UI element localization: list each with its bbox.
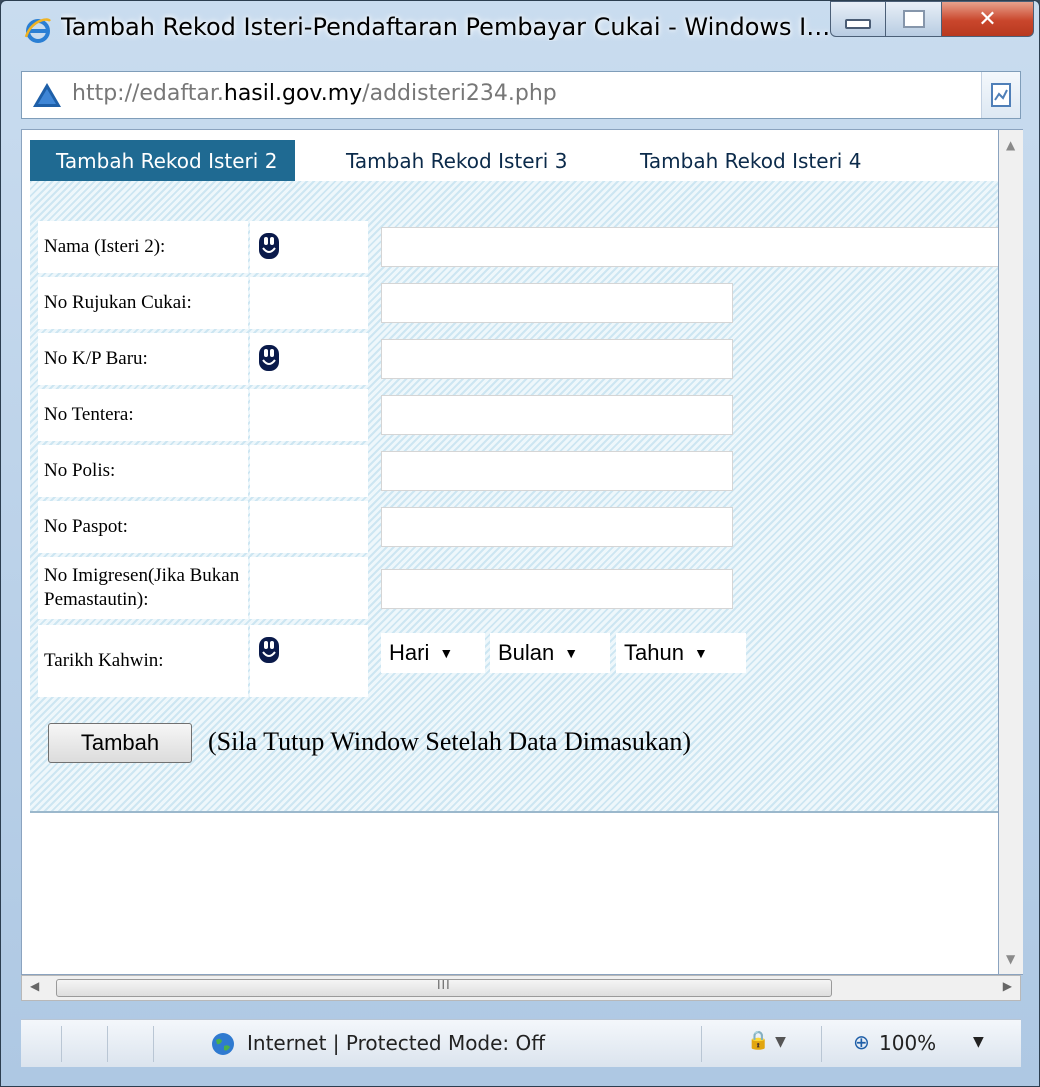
status-divider <box>107 1026 108 1062</box>
status-divider <box>61 1026 62 1062</box>
field-label: Tarikh Kahwin: <box>38 625 248 697</box>
required-cell <box>250 625 368 697</box>
tambah-button[interactable]: Tambah <box>48 723 192 763</box>
kp-baru-input[interactable] <box>381 339 733 379</box>
required-cell <box>250 501 368 553</box>
status-divider <box>821 1026 822 1062</box>
globe-icon <box>212 1033 234 1055</box>
close-icon: ✕ <box>978 6 997 32</box>
chevron-down-icon: ▼ <box>775 1034 786 1050</box>
chevron-down-icon: ▼ <box>693 645 708 661</box>
field-label: No Rujukan Cukai: <box>38 277 248 329</box>
certificate-warning-icon[interactable] <box>32 82 62 108</box>
field-label: No Tentera: <box>38 389 248 441</box>
window-controls: ✕ <box>830 1 1034 39</box>
polis-input[interactable] <box>381 451 733 491</box>
internet-explorer-icon <box>24 18 51 43</box>
field-label: Nama (Isteri 2): <box>38 221 248 273</box>
address-bar[interactable]: http://edaftar.hasil.gov.my/addisteri234… <box>21 71 1021 119</box>
tab-strip: Tambah Rekod Isteri 2 Tambah Rekod Ister… <box>30 140 998 182</box>
compatibility-view-button[interactable] <box>981 72 1020 118</box>
chevron-down-icon[interactable]: ▼ <box>973 1034 984 1050</box>
url-host: hasil.gov.my <box>223 81 363 106</box>
vertical-scrollbar[interactable]: ▲ ▼ <box>999 129 1023 975</box>
scroll-up-icon[interactable]: ▲ <box>1006 138 1015 152</box>
horizontal-scrollbar[interactable]: ◀ III ▶ <box>21 975 1021 1001</box>
required-cell <box>250 389 368 441</box>
field-label: No Paspot: <box>38 501 248 553</box>
security-lock-icon: 🔒 <box>747 1030 770 1051</box>
tab-isteri-4[interactable]: Tambah Rekod Isteri 4 <box>640 140 861 182</box>
nama-input[interactable] <box>381 227 998 267</box>
required-cell <box>250 277 368 329</box>
required-cell <box>250 557 368 619</box>
form-area: Nama (Isteri 2): No Rujukan Cukai: No K/… <box>30 181 998 813</box>
year-select-value: Tahun <box>624 640 684 665</box>
month-select-value: Bulan <box>498 640 555 665</box>
security-zone-text[interactable]: Internet | Protected Mode: Off <box>247 1031 545 1055</box>
minimize-button[interactable] <box>830 1 886 37</box>
field-label: No K/P Baru: <box>38 333 248 385</box>
scroll-down-icon[interactable]: ▼ <box>1006 952 1015 966</box>
chevron-down-icon: ▼ <box>439 645 454 661</box>
year-select[interactable]: Tahun ▼ <box>616 633 746 673</box>
window-title: Tambah Rekod Isteri-Pendaftaran Pembayar… <box>61 13 831 41</box>
rujukan-cukai-input[interactable] <box>381 283 733 323</box>
status-divider <box>153 1026 154 1062</box>
maximize-icon <box>902 10 925 28</box>
month-select[interactable]: Bulan ▼ <box>490 633 610 673</box>
maximize-button[interactable] <box>886 1 942 37</box>
tab-isteri-3[interactable]: Tambah Rekod Isteri 3 <box>346 140 567 182</box>
status-divider <box>701 1026 702 1062</box>
minimize-icon <box>845 19 871 29</box>
required-mouse-icon <box>259 637 279 663</box>
title-bar[interactable]: Tambah Rekod Isteri-Pendaftaran Pembayar… <box>1 1 1039 59</box>
imigresen-input[interactable] <box>381 569 733 609</box>
field-label: No Polis: <box>38 445 248 497</box>
field-label: No Imigresen(Jika Bukan Pemastautin): <box>38 557 248 619</box>
chevron-down-icon: ▼ <box>564 645 579 661</box>
url-path: /addisteri234.php <box>362 81 557 106</box>
day-select[interactable]: Hari ▼ <box>381 633 485 673</box>
zoom-icon[interactable]: ⊕ <box>853 1030 870 1054</box>
required-mouse-icon <box>259 345 279 371</box>
close-button[interactable]: ✕ <box>942 1 1034 37</box>
scroll-right-icon[interactable]: ▶ <box>1003 979 1012 993</box>
required-cell <box>250 333 368 385</box>
status-bar: Internet | Protected Mode: Off 🔒 ▼ ⊕ 100… <box>21 1019 1021 1067</box>
zoom-level[interactable]: 100% <box>879 1031 936 1055</box>
tentera-input[interactable] <box>381 395 733 435</box>
protected-mode-dropdown[interactable]: 🔒 ▼ <box>747 1030 786 1051</box>
close-window-note: (Sila Tutup Window Setelah Data Dimasuka… <box>208 727 692 756</box>
url-prefix: http://edaftar. <box>72 81 224 106</box>
tab-isteri-2[interactable]: Tambah Rekod Isteri 2 <box>30 140 296 182</box>
browser-window: Tambah Rekod Isteri-Pendaftaran Pembayar… <box>0 0 1040 1087</box>
grip-icon: III <box>437 978 451 992</box>
scroll-left-icon[interactable]: ◀ <box>30 979 39 993</box>
required-mouse-icon <box>259 233 279 259</box>
page-icon <box>991 83 1011 107</box>
horizontal-scroll-thumb[interactable]: III <box>56 978 832 997</box>
required-cell <box>250 445 368 497</box>
day-select-value: Hari <box>389 640 430 665</box>
required-cell <box>250 221 368 273</box>
url-text[interactable]: http://edaftar.hasil.gov.my/addisteri234… <box>72 81 557 106</box>
page-content: Tambah Rekod Isteri 2 Tambah Rekod Ister… <box>21 129 999 975</box>
paspot-input[interactable] <box>381 507 733 547</box>
